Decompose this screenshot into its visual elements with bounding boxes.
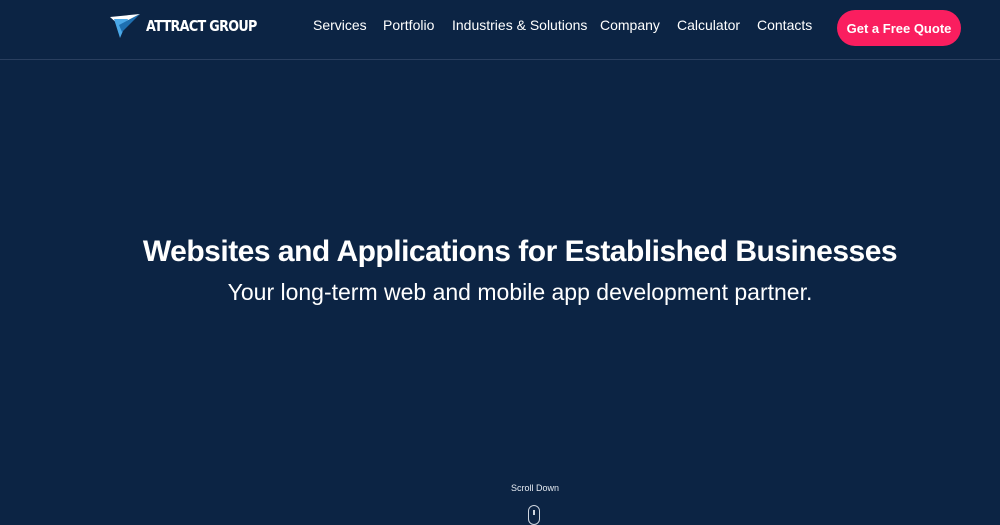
mouse-icon[interactable]	[528, 505, 540, 525]
logo[interactable]: ATTRACT GROUP	[110, 14, 276, 38]
nav-portfolio[interactable]: Portfolio	[383, 17, 434, 33]
site-header: ATTRACT GROUP Services Portfolio Industr…	[0, 0, 1000, 60]
nav-contacts[interactable]: Contacts	[757, 17, 812, 33]
get-free-quote-button[interactable]: Get a Free Quote	[837, 10, 961, 46]
nav-company[interactable]: Company	[600, 17, 660, 33]
nav-industries-solutions[interactable]: Industries & Solutions	[452, 17, 587, 33]
nav-calculator[interactable]: Calculator	[677, 17, 740, 33]
nav-services[interactable]: Services	[313, 17, 367, 33]
mouse-wheel	[533, 510, 535, 515]
paper-plane-icon	[110, 14, 140, 38]
hero-title: Websites and Applications for Establishe…	[142, 235, 898, 268]
hero-subtitle: Your long-term web and mobile app develo…	[227, 279, 813, 305]
logo-text: ATTRACT GROUP	[146, 17, 257, 35]
scroll-down-label[interactable]: Scroll Down	[485, 483, 585, 493]
